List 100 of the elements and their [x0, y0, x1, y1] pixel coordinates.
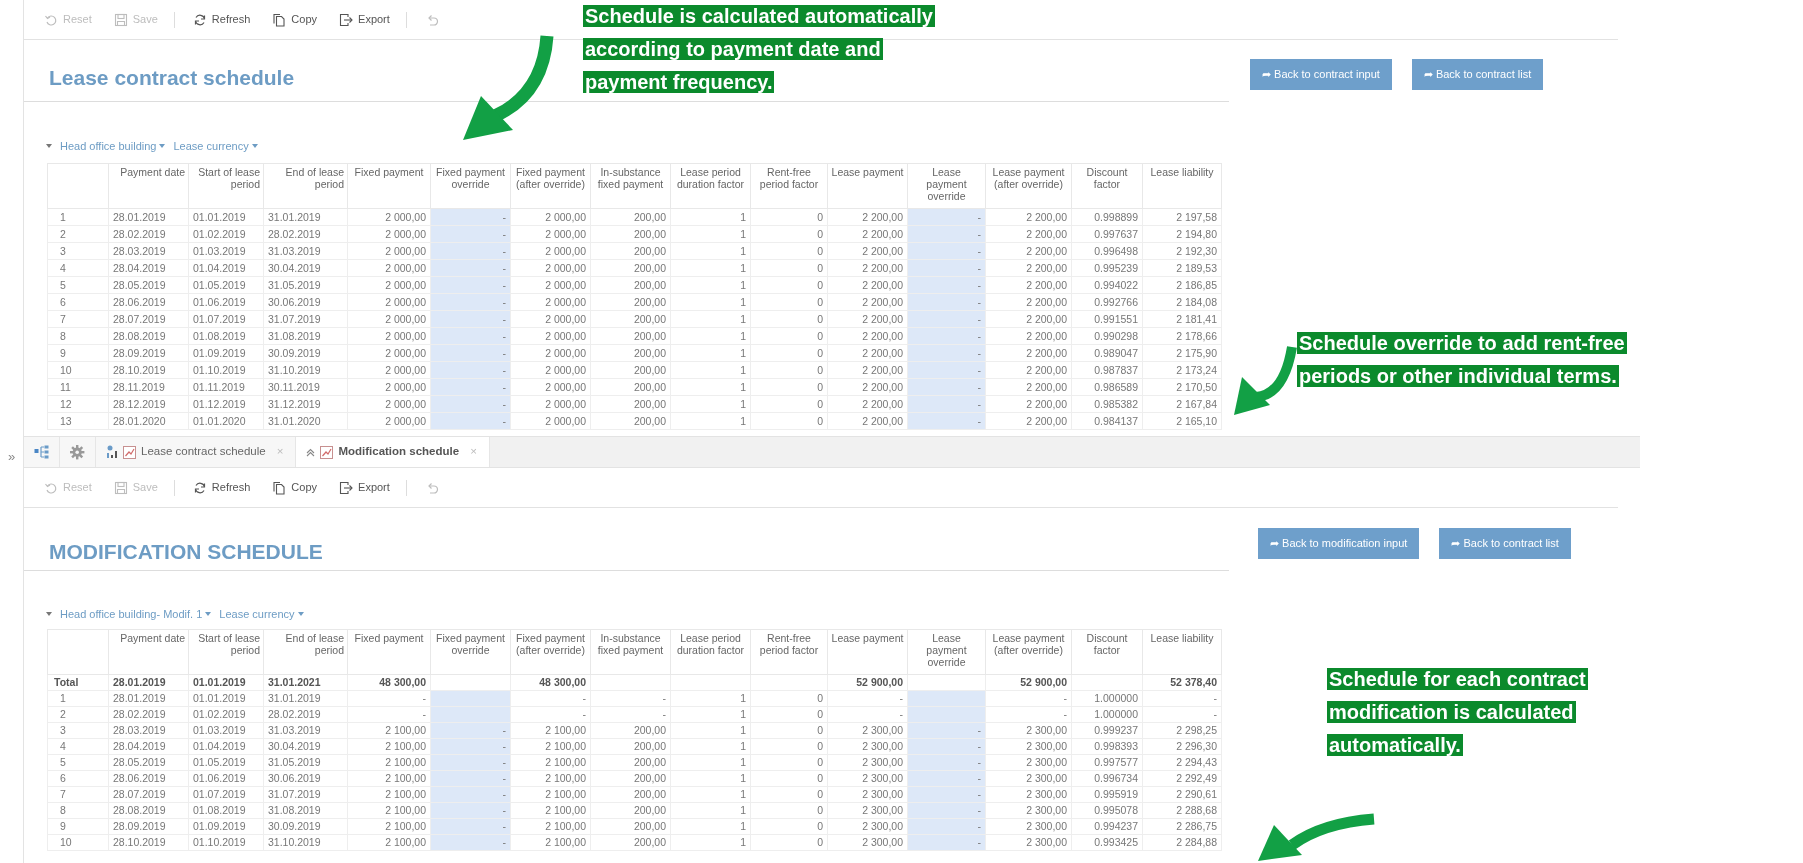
- table-cell: 30.11.2019: [263, 378, 348, 396]
- table-cell: 0: [750, 802, 828, 819]
- column-header[interactable]: Discount factor: [1071, 629, 1143, 675]
- tree-view-button[interactable]: [24, 437, 60, 467]
- column-header[interactable]: Lease payment: [827, 629, 908, 675]
- column-header[interactable]: Rent-free period factor: [750, 629, 828, 675]
- table-cell: 1: [670, 818, 751, 835]
- settings-button[interactable]: [60, 437, 96, 467]
- table-cell: 0.997637: [1071, 225, 1143, 243]
- column-header[interactable]: Fixed payment override: [430, 163, 511, 209]
- table-cell: 0: [750, 738, 828, 755]
- filter-dropdown[interactable]: Head office building- Modif. 1: [60, 605, 212, 623]
- table-cell: 0.995919: [1071, 786, 1143, 803]
- save-icon: [113, 480, 128, 495]
- table-cell: 28.03.2019: [108, 242, 189, 260]
- table-cell: 1: [670, 786, 751, 803]
- table-cell: 0.997577: [1071, 754, 1143, 771]
- table-cell: 48 300,00: [510, 674, 591, 691]
- table-cell: 1: [670, 225, 751, 243]
- table-cell: 2 000,00: [347, 276, 431, 294]
- table-cell: 2 300,00: [985, 770, 1072, 787]
- table-cell: 31.01.2021: [263, 674, 348, 691]
- close-button[interactable]: ×: [470, 443, 477, 461]
- table-cell: 0.998899: [1071, 208, 1143, 226]
- column-header[interactable]: Start of lease period: [188, 629, 264, 675]
- filter-dropdown[interactable]: Lease currency: [219, 605, 304, 623]
- table-cell: 2 286,75: [1142, 818, 1222, 835]
- column-header[interactable]: Fixed payment override: [430, 629, 511, 675]
- column-header[interactable]: Lease liability: [1142, 163, 1222, 209]
- row-number: 9: [47, 344, 109, 362]
- table-cell: 28.10.2019: [108, 834, 189, 851]
- refresh-icon: [192, 480, 207, 495]
- tab[interactable]: Lease contract schedule ×: [96, 437, 297, 467]
- back-button[interactable]: ➦ Back to modification input: [1258, 528, 1420, 559]
- back-button[interactable]: ➦ Back to contract list: [1411, 59, 1544, 90]
- column-header[interactable]: Lease period duration factor: [670, 629, 751, 675]
- table-cell: 2 300,00: [985, 738, 1072, 755]
- column-header[interactable]: Rent-free period factor: [750, 163, 828, 209]
- table-cell: -: [1142, 706, 1222, 723]
- table-cell: 2 100,00: [510, 722, 591, 739]
- column-header[interactable]: Payment date: [108, 629, 189, 675]
- chart-icon: [123, 445, 136, 459]
- column-header[interactable]: End of lease period: [263, 163, 348, 209]
- table-cell: 2 100,00: [510, 786, 591, 803]
- table-cell: 2 200,00: [985, 412, 1072, 430]
- filter-dropdown[interactable]: Head office building: [60, 137, 166, 155]
- column-header[interactable]: End of lease period: [263, 629, 348, 675]
- table-cell: 2 288,68: [1142, 802, 1222, 819]
- copy-button[interactable]: Copy: [266, 11, 324, 28]
- column-header[interactable]: Lease payment: [827, 163, 908, 209]
- collapse-caret-icon[interactable]: [46, 144, 52, 148]
- column-header[interactable]: Fixed payment: [347, 163, 431, 209]
- column-header[interactable]: In-substance fixed payment: [590, 629, 671, 675]
- table-cell: 2 300,00: [985, 818, 1072, 835]
- table-cell: 2 100,00: [347, 738, 431, 755]
- copy-button[interactable]: Copy: [266, 479, 324, 496]
- table-cell: 01.01.2019: [188, 674, 264, 691]
- export-button[interactable]: Export: [333, 479, 396, 496]
- column-header[interactable]: Lease payment (after override): [985, 163, 1072, 209]
- table-cell: 2 200,00: [985, 276, 1072, 294]
- column-header[interactable]: Start of lease period: [188, 163, 264, 209]
- back-button[interactable]: ➦ Back to contract input: [1250, 59, 1392, 90]
- tab[interactable]: Modification schedule ×: [296, 437, 490, 467]
- column-header[interactable]: Lease period duration factor: [670, 163, 751, 209]
- table-cell: 2 000,00: [510, 395, 591, 413]
- table-cell: 01.07.2019: [188, 310, 264, 328]
- table-cell: 28.04.2019: [108, 259, 189, 277]
- refresh-button[interactable]: Refresh: [186, 11, 257, 28]
- column-header[interactable]: In-substance fixed payment: [590, 163, 671, 209]
- table-cell: 200,00: [590, 361, 671, 379]
- table-cell: 200,00: [590, 293, 671, 311]
- table-cell: 0: [750, 706, 828, 723]
- table-cell: 48 300,00: [347, 674, 431, 691]
- column-header[interactable]: Fixed payment (after override): [510, 629, 591, 675]
- table-cell: 1: [670, 834, 751, 851]
- table-cell: 28.09.2019: [108, 344, 189, 362]
- column-header[interactable]: Lease payment override: [907, 163, 986, 209]
- collapse-caret-icon[interactable]: [46, 612, 52, 616]
- table-cell: 2 300,00: [827, 834, 908, 851]
- table-cell: 200,00: [590, 259, 671, 277]
- column-header[interactable]: Lease payment (after override): [985, 629, 1072, 675]
- table-cell: 0: [750, 344, 828, 362]
- refresh-button[interactable]: Refresh: [186, 479, 257, 496]
- back-button[interactable]: ➦ Back to contract list: [1439, 528, 1571, 559]
- row-number: 6: [47, 293, 109, 311]
- column-header[interactable]: Payment date: [108, 163, 189, 209]
- column-header[interactable]: Fixed payment (after override): [510, 163, 591, 209]
- table-cell: 2 000,00: [510, 276, 591, 294]
- column-header[interactable]: Lease payment override: [907, 629, 986, 675]
- table-cell: 2 100,00: [510, 770, 591, 787]
- table-cell: 01.01.2019: [188, 690, 264, 707]
- export-button[interactable]: Export: [333, 11, 396, 28]
- table-cell: 2 300,00: [827, 722, 908, 739]
- table-cell: 28.05.2019: [108, 276, 189, 294]
- column-header[interactable]: Lease liability: [1142, 629, 1222, 675]
- expand-sidebar-button[interactable]: »: [7, 449, 16, 464]
- column-header[interactable]: Discount factor: [1071, 163, 1143, 209]
- filter-dropdown[interactable]: Lease currency: [173, 137, 258, 155]
- table-cell: 2 100,00: [347, 802, 431, 819]
- column-header[interactable]: Fixed payment: [347, 629, 431, 675]
